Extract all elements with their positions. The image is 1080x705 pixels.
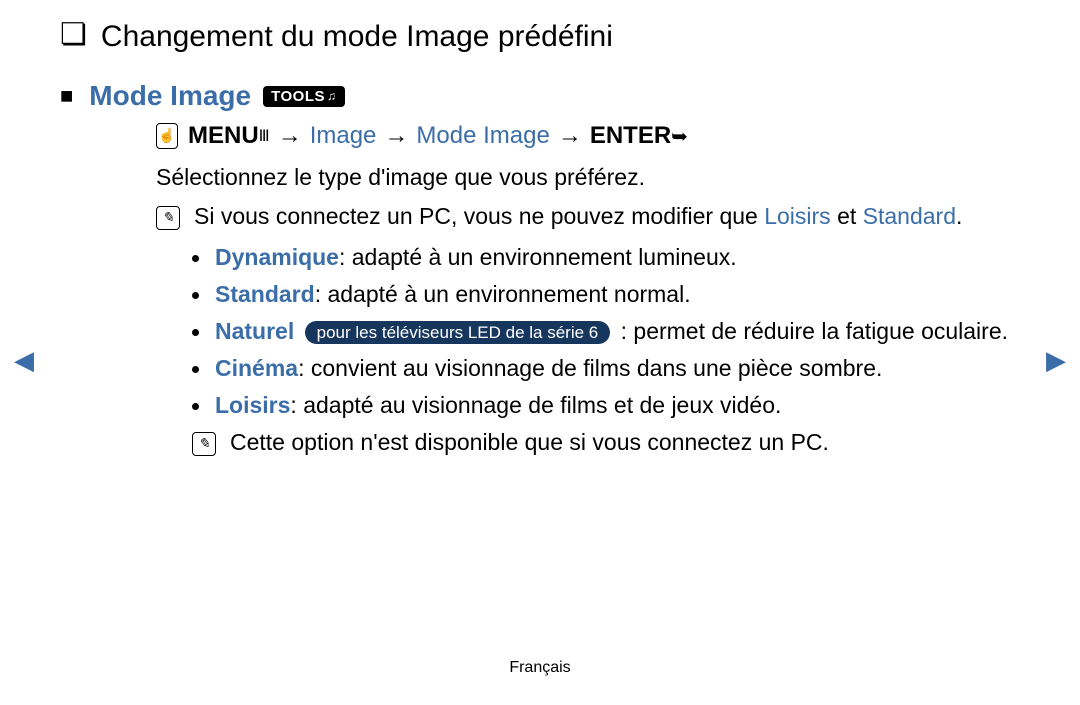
breadcrumb-enter: ENTER <box>590 122 671 150</box>
list-item: Standard: adapté à un environnement norm… <box>192 281 1020 308</box>
arrow-icon: → <box>278 122 302 150</box>
list-item: Loisirs: adapté au visionnage de films e… <box>192 392 1020 419</box>
bullet-icon <box>192 292 199 299</box>
menu-m-icon: Ⅲ <box>259 126 270 146</box>
mode-desc: : adapté à un environnement lumineux. <box>339 244 737 270</box>
tools-label: TOOLS <box>271 88 325 105</box>
breadcrumb-menu: MENU <box>188 122 259 150</box>
hand-icon: ☝ <box>156 123 178 149</box>
note-icon: ✎ <box>156 206 180 230</box>
breadcrumb-step2: Mode Image <box>416 122 549 150</box>
tools-badge: TOOLS♫ <box>263 86 344 107</box>
list-item: Naturel pour les téléviseurs LED de la s… <box>192 318 1020 345</box>
link-loisirs: Loisirs <box>764 203 830 229</box>
breadcrumb-step1: Image <box>310 122 377 150</box>
mode-name: Naturel <box>215 318 294 344</box>
mode-list: Dynamique: adapté à un environnement lum… <box>192 244 1020 419</box>
section-heading: Mode Image <box>89 80 251 112</box>
note-pc-restriction: ✎ Si vous connectez un PC, vous ne pouve… <box>156 203 1020 230</box>
section-heading-row: ■ Mode Image TOOLS♫ <box>60 80 1020 112</box>
note-text: Cette option n'est disponible que si vou… <box>230 429 1020 456</box>
mode-desc: : permet de réduire la fatigue oculaire. <box>621 318 1008 344</box>
mode-desc: : adapté à un environnement normal. <box>315 281 691 307</box>
page-title-row: ❏ Changement du mode Image prédéfini <box>60 20 1020 54</box>
intro-text: Sélectionnez le type d'image que vous pr… <box>156 164 1020 191</box>
checkbox-icon: ❏ <box>60 20 87 50</box>
mode-name: Loisirs <box>215 392 290 418</box>
mode-name: Cinéma <box>215 355 298 381</box>
arrow-icon: → <box>558 122 582 150</box>
footer-language: Français <box>0 659 1080 677</box>
nav-prev-button[interactable]: ◀ <box>14 345 34 376</box>
mode-desc: : adapté au visionnage de films et de je… <box>290 392 781 418</box>
mode-name: Standard <box>215 281 315 307</box>
note-text: Si vous connectez un PC, vous ne pouvez … <box>194 203 1020 230</box>
bullet-icon <box>192 329 199 336</box>
list-item: Dynamique: adapté à un environnement lum… <box>192 244 1020 271</box>
link-standard: Standard <box>863 203 956 229</box>
bullet-icon <box>192 255 199 262</box>
bullet-icon <box>192 403 199 410</box>
note-icon: ✎ <box>192 432 216 456</box>
nav-next-button[interactable]: ▶ <box>1046 345 1066 376</box>
page-title: Changement du mode Image prédéfini <box>101 20 613 54</box>
mode-name: Dynamique <box>215 244 339 270</box>
mode-desc: : convient au visionnage de films dans u… <box>298 355 882 381</box>
series-badge: pour les téléviseurs LED de la série 6 <box>305 321 611 344</box>
list-item: Cinéma: convient au visionnage de films … <box>192 355 1020 382</box>
arrow-icon: → <box>384 122 408 150</box>
note-pc-only: ✎ Cette option n'est disponible que si v… <box>192 429 1020 456</box>
enter-e-icon: ➥ <box>671 124 688 149</box>
tools-remote-icon: ♫ <box>327 89 337 103</box>
square-bullet-icon: ■ <box>60 83 73 109</box>
breadcrumb: ☝ MENUⅢ → Image → Mode Image → ENTER➥ <box>156 122 1020 150</box>
bullet-icon <box>192 366 199 373</box>
